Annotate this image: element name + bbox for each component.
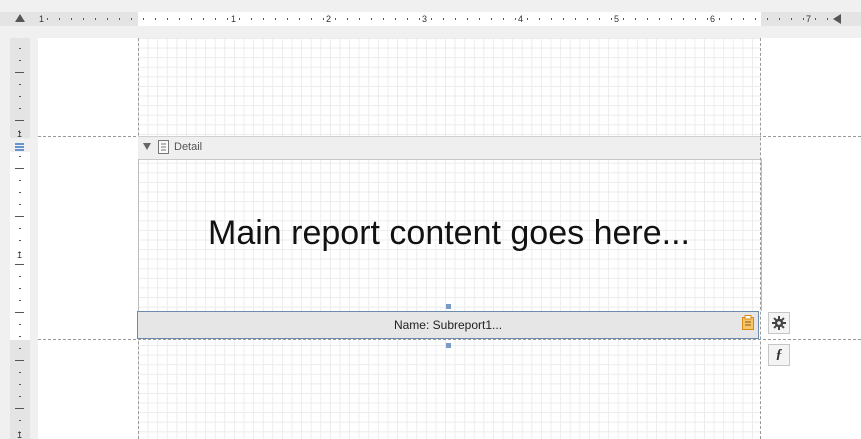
right-indent-icon[interactable] (833, 14, 841, 24)
vruler-number: 1 (17, 430, 22, 439)
band-title: Detail (174, 141, 203, 153)
resize-handle-bottom[interactable] (446, 343, 451, 348)
vruler-ticks: 1 1 1 (10, 38, 30, 439)
subreport-control[interactable]: Name: Subreport1... (137, 311, 759, 339)
band-bottom-guide (38, 339, 861, 340)
expression-button[interactable]: ƒ (768, 344, 790, 366)
ruler-number: 5 (614, 14, 619, 24)
ruler-number: 1 (231, 14, 236, 24)
detail-band-header[interactable]: Detail (138, 136, 760, 160)
gear-button[interactable] (768, 312, 790, 334)
main-content-label[interactable]: Main report content goes here... (138, 214, 760, 253)
ruler-number: 6 (710, 14, 715, 24)
ruler-number: 3 (422, 14, 427, 24)
gear-icon (772, 316, 786, 330)
subreport-label: Name: Subreport1... (393, 318, 503, 332)
function-icon: ƒ (775, 347, 783, 362)
design-surface[interactable]: Detail Main report content goes here... … (38, 38, 861, 439)
vruler-number: 1 (17, 250, 22, 260)
clipboard-icon[interactable] (742, 315, 754, 330)
band-icon (158, 140, 169, 154)
ruler-number: 2 (326, 14, 331, 24)
vertical-ruler: 1 1 1 (0, 38, 38, 439)
resize-handle-top[interactable] (446, 304, 451, 309)
ruler-number: 7 (806, 14, 811, 24)
ruler-number: 1 (39, 14, 44, 24)
vruler-number: 1 (17, 129, 22, 139)
horizontal-ruler: 1 1 2 3 4 5 6 7 (0, 0, 861, 38)
ruler-ticks: 1 1 2 3 4 5 6 7 (39, 14, 828, 24)
collapse-triangle-icon[interactable] (143, 143, 151, 150)
ruler-number: 4 (518, 14, 523, 24)
